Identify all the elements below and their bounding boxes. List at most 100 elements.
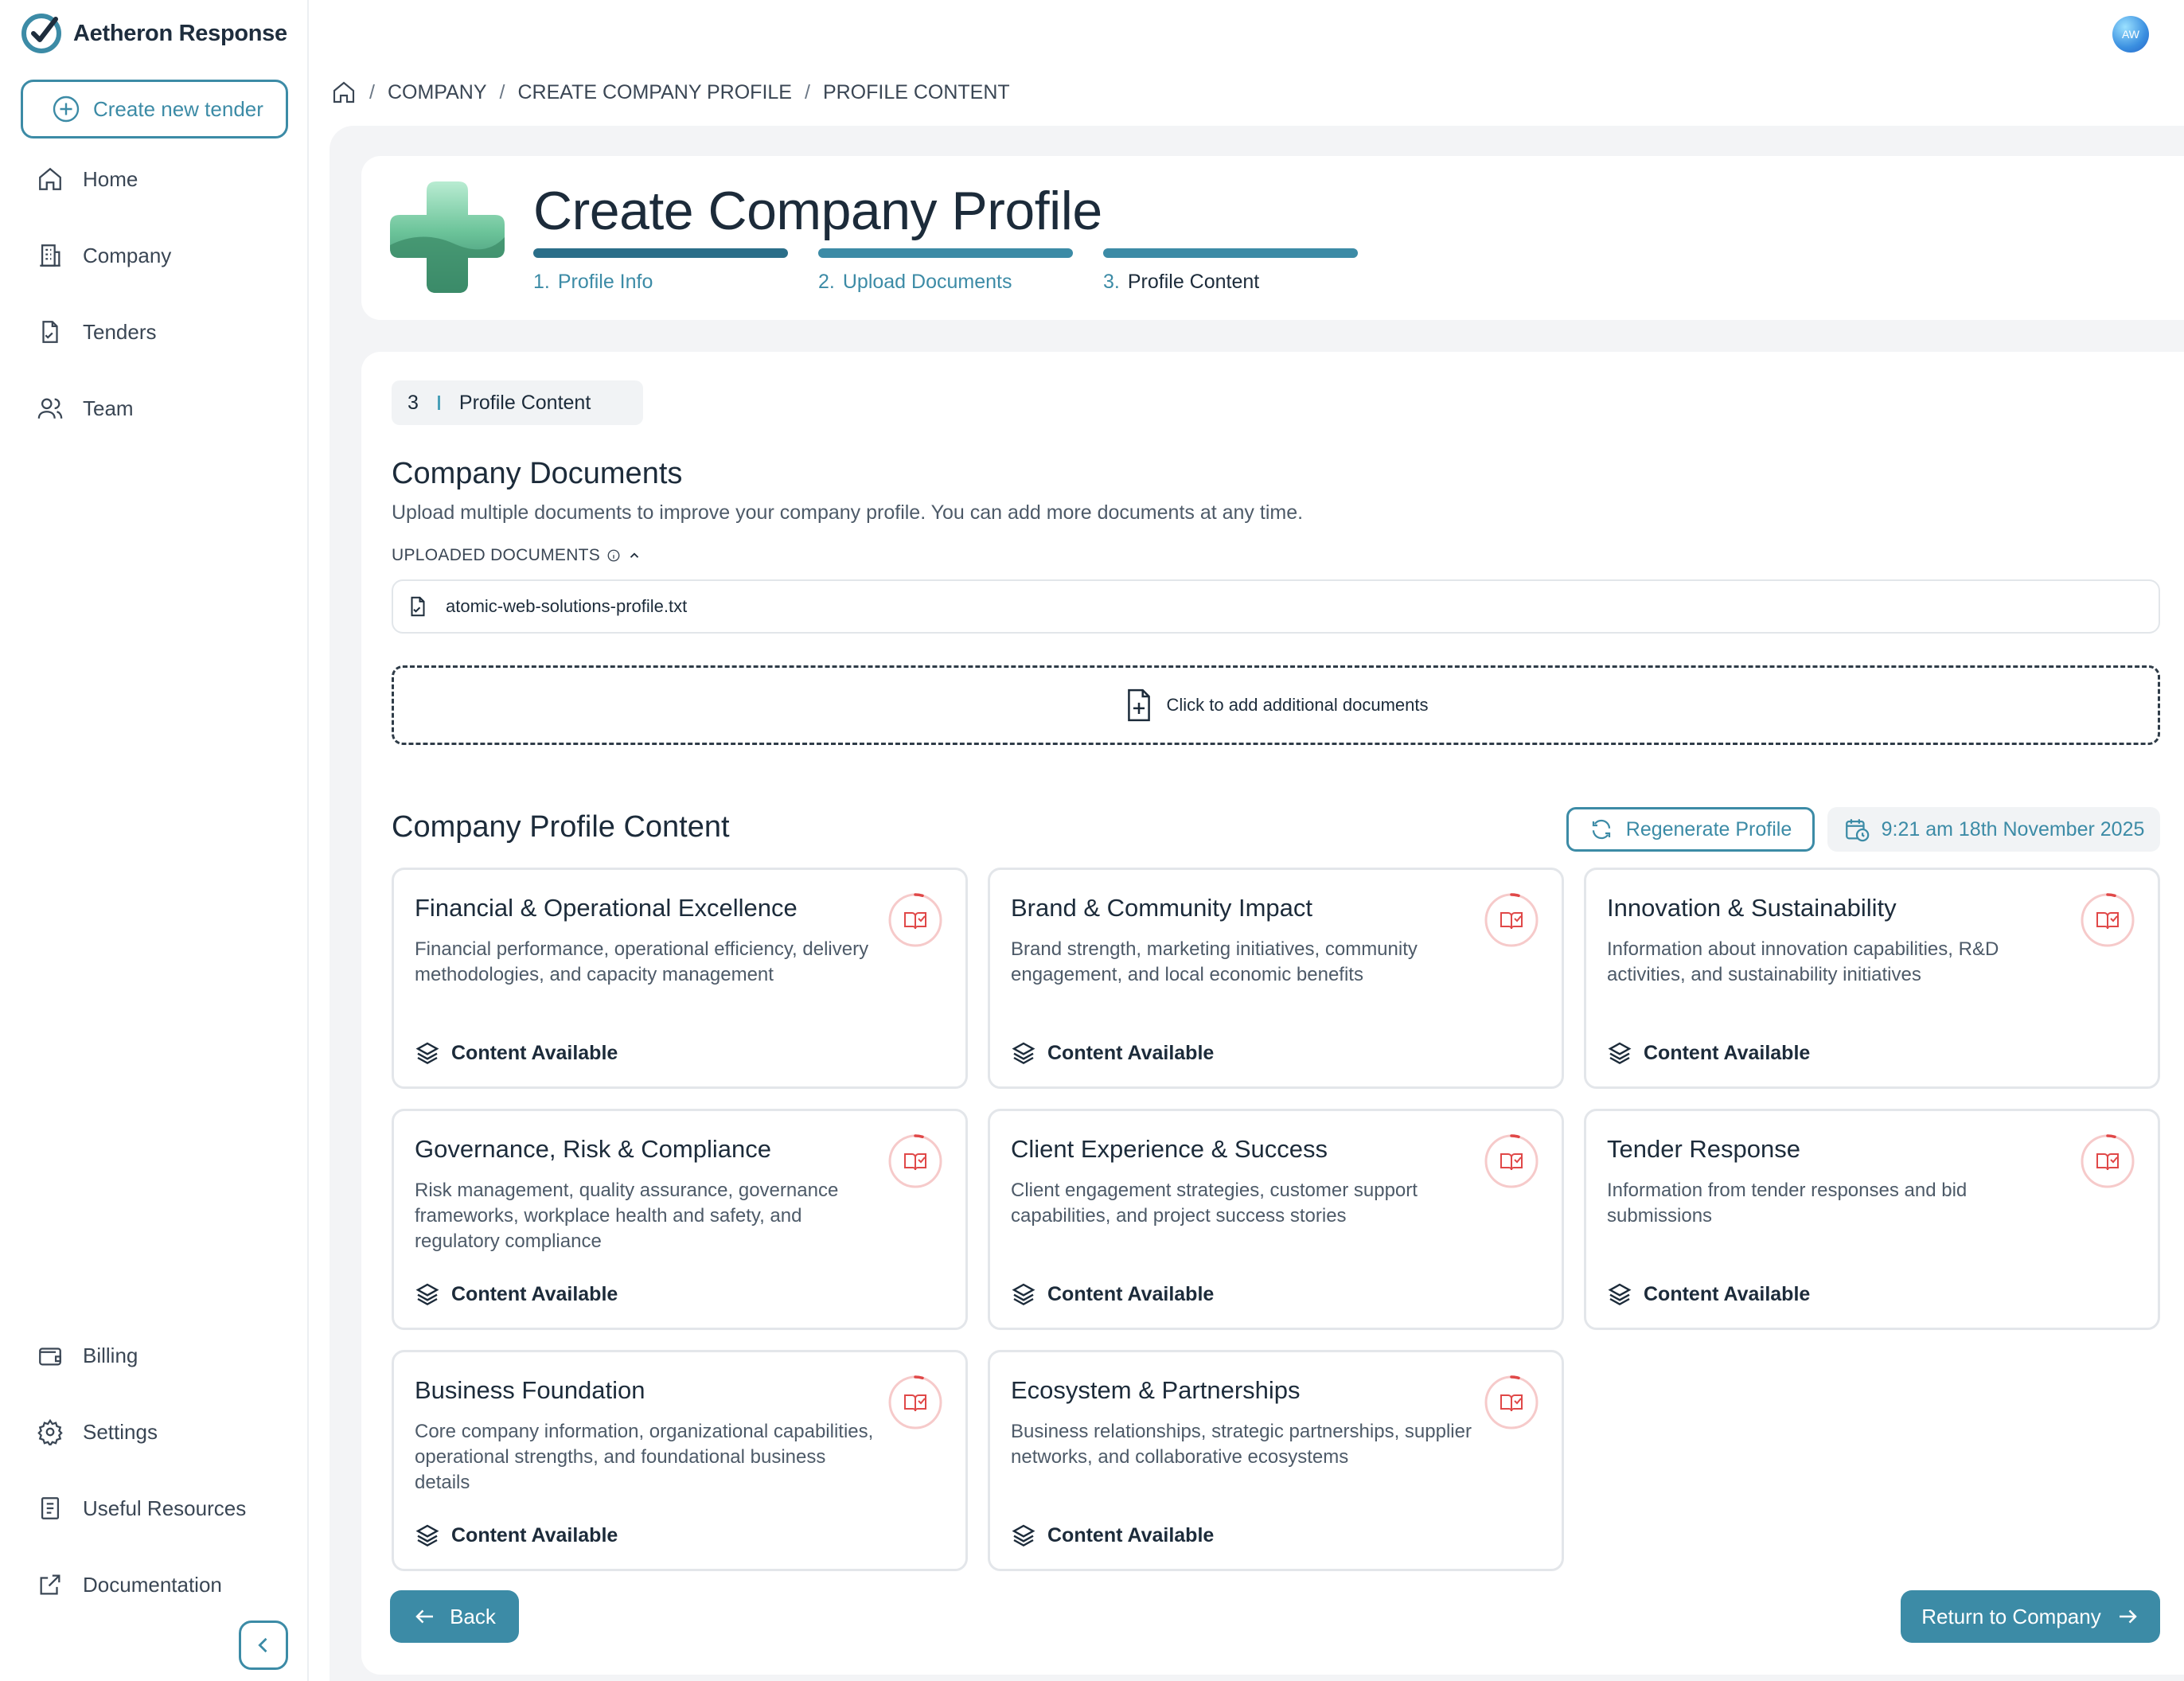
tile-status: Content Available <box>1011 1523 1214 1548</box>
nav-item-documentation[interactable]: Documentation <box>37 1571 222 1598</box>
nav-label-settings: Settings <box>83 1419 158 1444</box>
current-step-chip: 3 Profile Content <box>392 380 643 425</box>
profile-content-tile[interactable]: Financial & Operational Excellence Financ… <box>392 868 968 1089</box>
nav-item-home[interactable]: Home <box>37 166 138 193</box>
nav-label-team: Team <box>83 396 134 420</box>
tile-title: Innovation & Sustainability <box>1607 894 1897 922</box>
add-documents-dropzone[interactable]: Click to add additional documents <box>392 665 2160 745</box>
create-tender-label: Create new tender <box>93 96 263 121</box>
breadcrumb-separator: / <box>804 80 810 103</box>
tile-title: Brand & Community Impact <box>1011 894 1313 922</box>
step-label: Upload Documents <box>842 271 1012 293</box>
tile-title: Ecosystem & Partnerships <box>1011 1376 1301 1404</box>
tile-status-label: Content Available <box>1047 1041 1215 1064</box>
tile-title: Financial & Operational Excellence <box>415 894 798 922</box>
timestamp-text: 9:21 am 18th November 2025 <box>1881 817 2145 840</box>
profile-content-tile[interactable]: Ecosystem & Partnerships Business relatio… <box>988 1350 1564 1571</box>
tile-description: Risk management, quality assurance, gove… <box>415 1180 839 1252</box>
tile-description: Brand strength, marketing initiatives, c… <box>1011 938 1418 985</box>
home-icon[interactable] <box>331 80 357 105</box>
company-logo-image <box>390 181 505 293</box>
breadcrumb-company[interactable]: COMPANY <box>388 81 487 104</box>
step-profile-content[interactable]: 3. Profile Content <box>1103 271 1259 294</box>
app-name: Aetheron Response <box>73 20 287 46</box>
step-upload-documents[interactable]: 2. Upload Documents <box>818 271 1012 294</box>
page-title: Create Company Profile <box>533 181 1102 241</box>
step-chip-number: 3 <box>408 391 419 414</box>
tile-status: Content Available <box>1607 1281 1810 1307</box>
tile-status: Content Available <box>415 1523 618 1548</box>
layers-icon <box>1608 1283 1632 1306</box>
breadcrumb: / COMPANY / CREATE COMPANY PROFILE / PRO… <box>331 80 1010 105</box>
return-label: Return to Company <box>1921 1604 2101 1628</box>
file-sign-icon <box>42 321 58 343</box>
tile-title: Governance, Risk & Compliance <box>415 1135 771 1163</box>
collapse-sidebar-button[interactable] <box>239 1621 288 1670</box>
book-check-icon[interactable] <box>1484 1133 1539 1189</box>
tile-title: Business Foundation <box>415 1376 645 1404</box>
chevron-left-icon <box>258 1637 267 1653</box>
nav-label-tenders: Tenders <box>83 319 157 344</box>
notebook-icon <box>41 1497 60 1519</box>
step-chip-label: Profile Content <box>458 391 591 414</box>
tile-status: Content Available <box>415 1040 618 1066</box>
tile-description: Core company information, organizational… <box>415 1421 874 1493</box>
step-label: Profile Info <box>557 271 653 293</box>
info-icon[interactable] <box>606 548 621 563</box>
nav-item-tenders[interactable]: Tenders <box>37 318 157 345</box>
book-check-icon[interactable] <box>2080 1133 2135 1189</box>
layers-icon <box>1608 1042 1632 1065</box>
users-icon <box>37 398 63 419</box>
layers-icon <box>415 1283 439 1306</box>
gear-icon <box>37 1418 63 1445</box>
nav-item-settings[interactable]: Settings <box>37 1418 158 1445</box>
profile-content-tile[interactable]: Business Foundation Core company informat… <box>392 1350 968 1571</box>
user-avatar[interactable]: AW <box>2112 16 2149 53</box>
book-check-icon[interactable] <box>887 1133 943 1189</box>
home-icon <box>39 167 61 190</box>
profile-content-tile[interactable]: Innovation & Sustainability Information a… <box>1584 868 2160 1089</box>
step-profile-info[interactable]: 1. Profile Info <box>533 271 653 294</box>
layers-icon <box>1012 1524 1035 1547</box>
building-icon <box>40 244 60 267</box>
regenerate-profile-button[interactable]: Regenerate Profile <box>1566 807 1815 852</box>
tile-status: Content Available <box>415 1281 618 1307</box>
regenerate-label: Regenerate Profile <box>1625 817 1792 840</box>
nav-label-resources: Useful Resources <box>83 1496 247 1520</box>
return-to-company-button[interactable]: Return to Company <box>1901 1590 2160 1643</box>
tile-status-label: Content Available <box>1047 1523 1215 1546</box>
breadcrumb-create-profile[interactable]: CREATE COMPANY PROFILE <box>517 81 792 104</box>
uploaded-file-row[interactable]: atomic-web-solutions-profile.txt <box>392 579 2160 634</box>
arrow-left-icon <box>415 1609 434 1624</box>
book-check-icon[interactable] <box>887 892 943 948</box>
profile-content-tile[interactable]: Tender Response Information from tender r… <box>1584 1109 2160 1330</box>
profile-content-tile[interactable]: Client Experience & Success Client engage… <box>988 1109 1564 1330</box>
uploaded-documents-label: UPLOADED DOCUMENTS <box>392 546 601 564</box>
layers-icon <box>1012 1283 1035 1306</box>
step-number: 1. <box>533 271 550 293</box>
book-check-icon[interactable] <box>1484 1375 1539 1430</box>
profile-content-tile[interactable]: Brand & Community Impact Brand strength, … <box>988 868 1564 1089</box>
create-tender-button[interactable]: Create new tender <box>21 80 288 138</box>
profile-content-title: Company Profile Content <box>392 810 730 844</box>
back-button[interactable]: Back <box>390 1590 519 1643</box>
nav-item-resources[interactable]: Useful Resources <box>37 1495 246 1522</box>
breadcrumb-profile-content: PROFILE CONTENT <box>822 80 1010 103</box>
tile-status-label: Content Available <box>1644 1041 1811 1064</box>
uploaded-documents-toggle[interactable]: UPLOADED DOCUMENTS <box>392 546 642 565</box>
book-check-icon[interactable] <box>1484 892 1539 948</box>
step-number: 3. <box>1103 271 1120 293</box>
step-chip-divider <box>437 396 440 410</box>
breadcrumb-separator: / <box>369 80 375 103</box>
back-label: Back <box>450 1604 496 1628</box>
book-check-icon[interactable] <box>2080 892 2135 948</box>
app-logo[interactable]: Aetheron Response <box>21 13 287 54</box>
nav-item-company[interactable]: Company <box>37 242 171 269</box>
documents-title: Company Documents <box>392 457 683 490</box>
nav-item-team[interactable]: Team <box>37 395 134 422</box>
tile-status-label: Content Available <box>451 1282 618 1305</box>
nav-item-billing[interactable]: Billing <box>37 1342 138 1369</box>
profile-content-tile[interactable]: Governance, Risk & Compliance Risk manage… <box>392 1109 968 1330</box>
book-check-icon[interactable] <box>887 1375 943 1430</box>
arrow-right-icon <box>2119 1609 2137 1624</box>
